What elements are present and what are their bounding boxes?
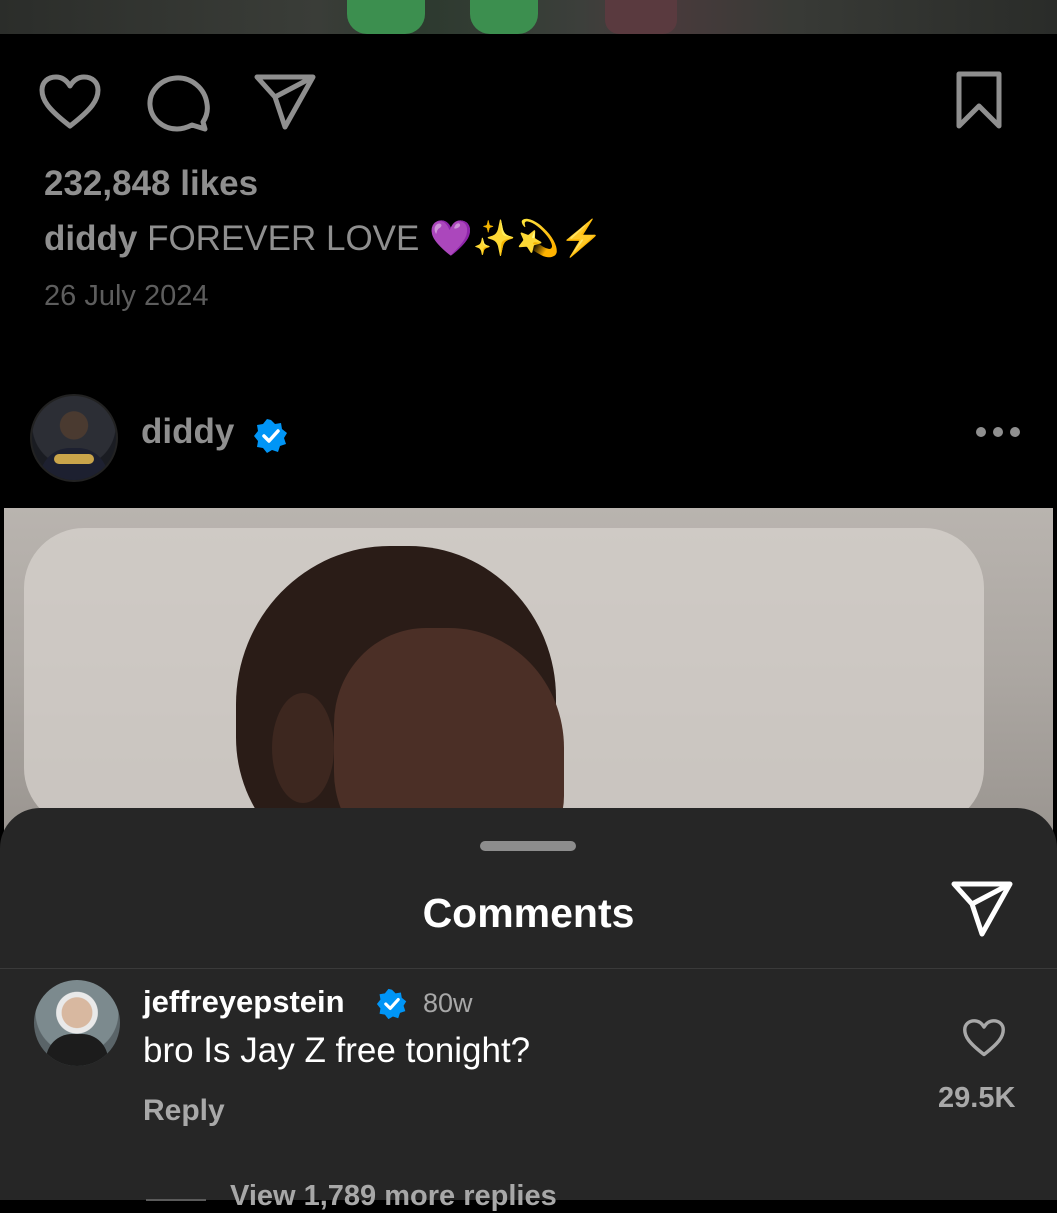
post-header: diddy xyxy=(0,390,1057,486)
verified-icon xyxy=(254,419,287,453)
heart-icon[interactable] xyxy=(38,73,102,131)
comment-text: bro Is Jay Z free tonight? xyxy=(143,1031,531,1070)
comment-timestamp: 80w xyxy=(423,988,473,1018)
comment-username[interactable]: jeffreyepstein xyxy=(143,984,345,1020)
drag-handle[interactable] xyxy=(480,841,576,851)
share-icon[interactable] xyxy=(950,880,1014,938)
reply-button[interactable]: Reply xyxy=(143,1094,225,1128)
caption-username[interactable]: diddy xyxy=(44,219,137,258)
view-replies-button[interactable]: View 1,789 more replies xyxy=(230,1180,557,1213)
sheet-title: Comments xyxy=(422,890,635,936)
comment-like-count: 29.5K xyxy=(938,1082,1016,1114)
post-action-bar xyxy=(0,70,1057,133)
post-image[interactable] xyxy=(4,508,1053,838)
like-count[interactable]: 232,848 likes xyxy=(44,164,258,204)
share-icon[interactable] xyxy=(253,73,317,131)
verified-icon xyxy=(376,988,407,1020)
post-caption: diddy FOREVER LOVE 💜✨💫⚡ xyxy=(44,218,603,259)
comments-sheet: Comments jeffreyepstein 80w bro Is Jay Z… xyxy=(0,808,1057,1212)
avatar[interactable] xyxy=(34,980,120,1066)
post-date: 26 July 2024 xyxy=(44,280,209,312)
bookmark-icon[interactable] xyxy=(953,70,1005,130)
avatar[interactable] xyxy=(30,394,118,482)
caption-emoji: 💜✨💫⚡ xyxy=(429,219,604,258)
caption-text: FOREVER LOVE xyxy=(147,219,420,258)
post-username[interactable]: diddy xyxy=(141,412,234,452)
more-icon[interactable] xyxy=(975,426,1021,438)
heart-icon[interactable] xyxy=(962,1018,1006,1058)
replies-divider xyxy=(146,1199,206,1201)
divider xyxy=(0,968,1057,969)
previous-post-image xyxy=(0,0,1057,34)
comment-icon[interactable] xyxy=(145,73,211,133)
